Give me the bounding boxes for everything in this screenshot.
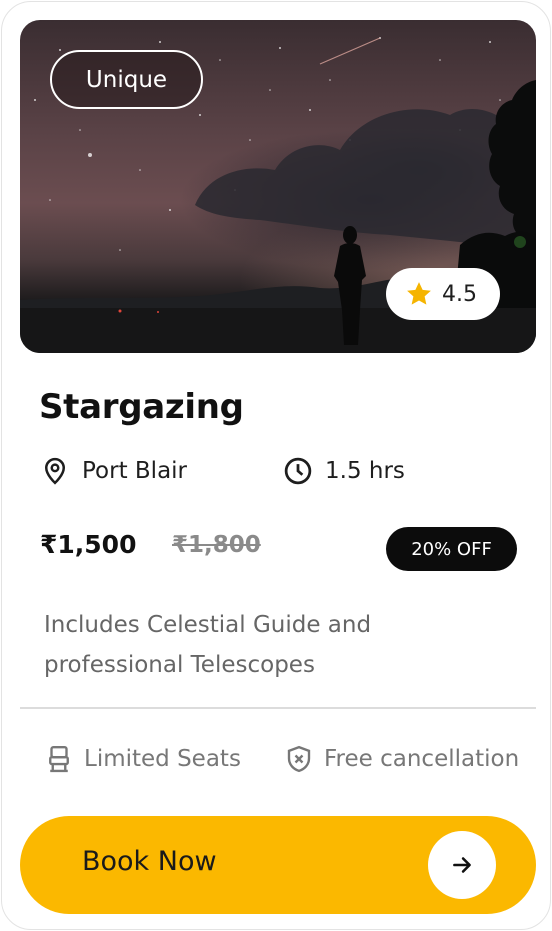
divider [20,707,536,709]
duration-info: 1.5 hrs [283,456,405,486]
experience-description: Includes Celestial Guide and professiona… [44,612,372,678]
seat-icon [44,744,74,774]
feature-label: Free cancellation [324,746,520,772]
feature-limited-seats: Limited Seats [44,744,241,774]
experience-title: Stargazing [39,387,244,427]
location-pin-icon [40,456,70,486]
rating-badge: 4.5 [386,268,500,320]
shield-x-icon [284,744,314,774]
book-now-button[interactable]: Book Now [20,816,536,914]
duration-text: 1.5 hrs [325,458,405,484]
feature-label: Limited Seats [84,746,241,772]
book-now-label: Book Now [82,846,217,877]
arrow-right-icon[interactable] [428,831,496,899]
category-tag: Unique [50,50,203,109]
current-price: ₹1,500 [40,530,137,559]
feature-free-cancellation: Free cancellation [284,744,519,774]
discount-badge: 20% OFF [386,527,517,571]
location-text: Port Blair [82,458,188,484]
original-price: ₹1,800 [172,532,261,558]
location-info: Port Blair [40,456,187,486]
clock-icon [283,456,313,486]
experience-card[interactable]: Unique 4.5 Stargazing Port Blair 1.5 hrs… [1,1,551,930]
rating-value: 4.5 [442,281,477,307]
star-icon [404,279,434,309]
